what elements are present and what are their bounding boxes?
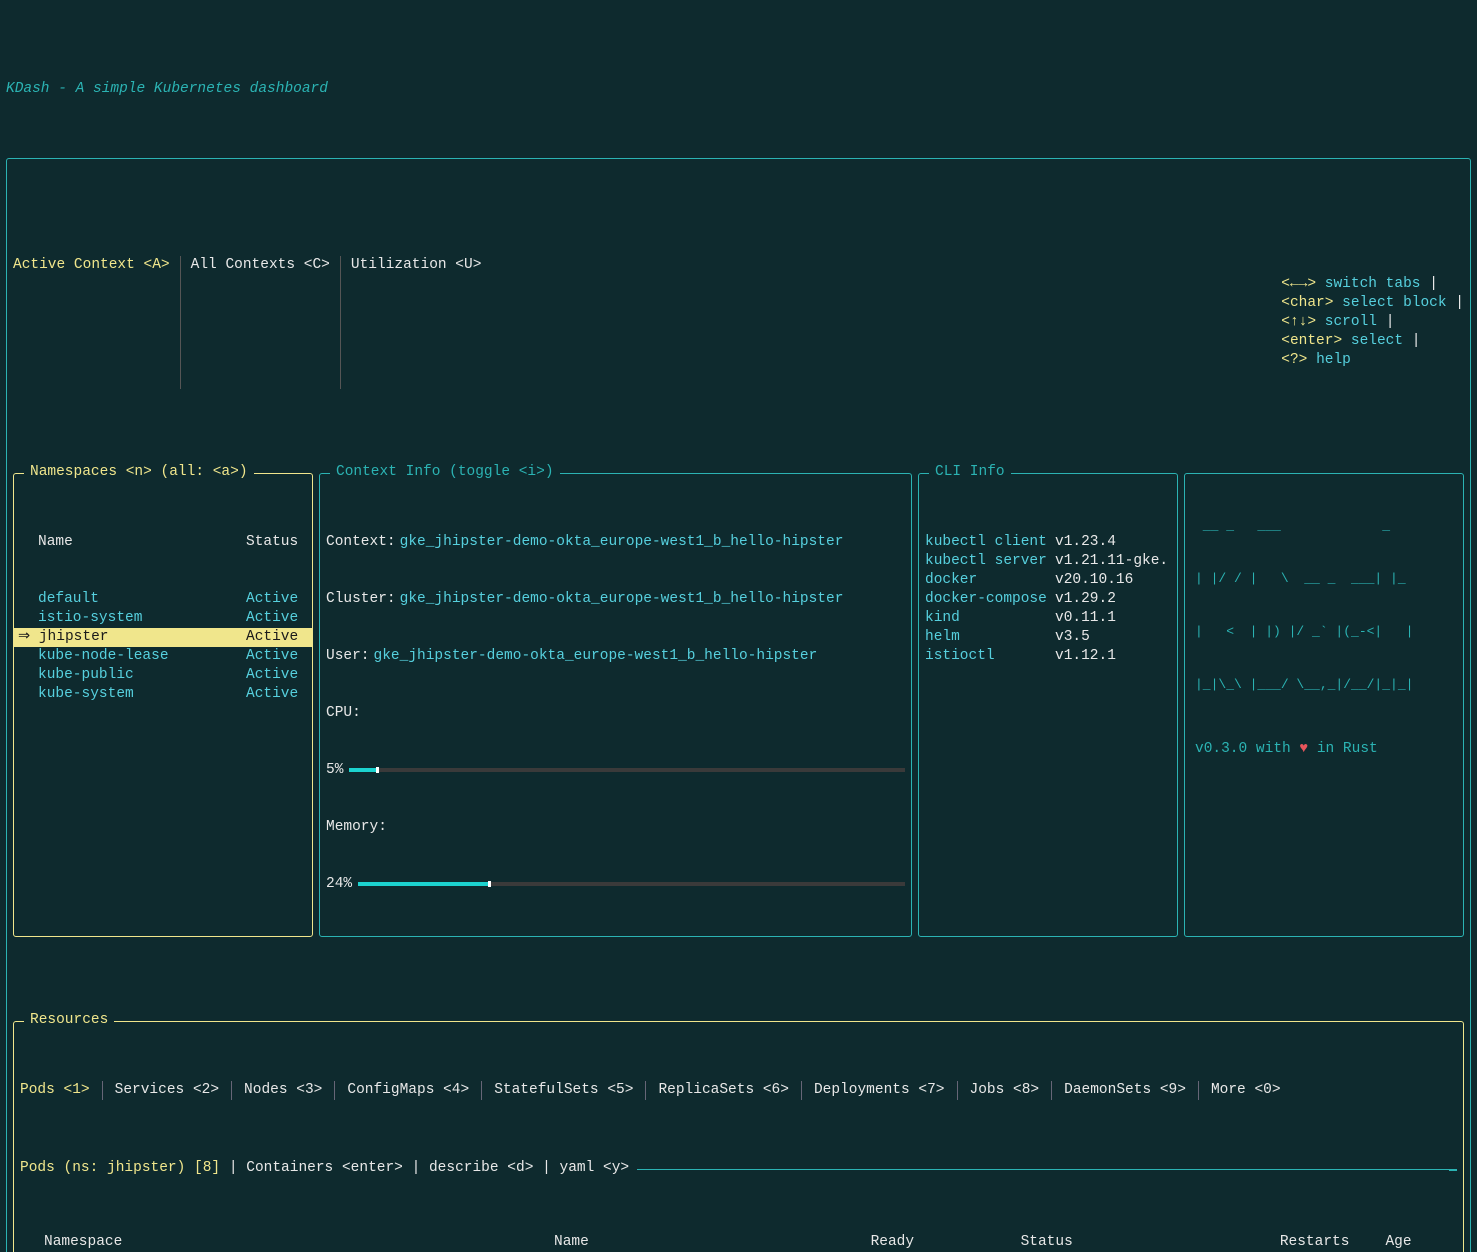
logo-line: | < | |) |/ _` |(_-<| | (1195, 624, 1453, 639)
mem-label: Memory: (326, 818, 387, 837)
tab-utilization[interactable]: Utilization <U> (340, 256, 492, 389)
pods-table: Namespace Name Ready Status Restarts Age… (20, 1233, 1457, 1252)
col-status: Status (246, 533, 306, 552)
cli-row: kubectl serverv1.21.11-gke. (925, 552, 1171, 571)
main-tabs: Active Context <A> All Contexts <C> Util… (13, 256, 491, 389)
resource-tab[interactable]: Pods <1> (20, 1081, 102, 1100)
cluster-label: Cluster: (326, 590, 396, 609)
logo-line: __ _ ___ _ (1195, 518, 1453, 533)
tab-all-contexts[interactable]: All Contexts <C> (180, 256, 340, 389)
help-bar: <←→> switch tabs | <char> select block |… (1229, 256, 1464, 389)
user-value: gke_jhipster-demo-okta_europe-west1_b_he… (374, 647, 818, 666)
resource-tab[interactable]: DaemonSets <9> (1051, 1081, 1198, 1100)
logo-line: | |/ / | \ __ _ ___| |_ (1195, 571, 1453, 586)
namespace-item[interactable]: kube-node-leaseActive (20, 647, 306, 666)
hint-switch: switch tabs (1325, 276, 1421, 292)
namespace-item[interactable]: istio-systemActive (20, 609, 306, 628)
pods-header-row: Namespace Name Ready Status Restarts Age (20, 1233, 1457, 1252)
resource-tab[interactable]: More <0> (1198, 1081, 1293, 1100)
cli-info-panel: CLI Info kubectl clientv1.23.4kubectl se… (918, 473, 1178, 937)
version-line: v0.3.0 with ♥ in Rust (1195, 740, 1453, 759)
resource-tab[interactable]: Jobs <8> (957, 1081, 1052, 1100)
col-namespace: Namespace (38, 1233, 548, 1252)
resource-tab[interactable]: StatefulSets <5> (481, 1081, 645, 1100)
resources-title: Resources (24, 1011, 114, 1030)
pods-section: Pods (ns: jhipster) [8] | Containers <en… (20, 1169, 1457, 1252)
col-name: Name (548, 1233, 865, 1252)
pods-title: Pods (ns: jhipster) [8] | Containers <en… (20, 1159, 637, 1178)
cli-row: istioctlv1.12.1 (925, 647, 1171, 666)
cli-row: kindv0.11.1 (925, 609, 1171, 628)
namespace-item[interactable]: jhipsterActive (14, 628, 312, 647)
key-switch: <←→> (1281, 276, 1316, 292)
cpu-label: CPU: (326, 704, 361, 723)
cli-row: kubectl clientv1.23.4 (925, 533, 1171, 552)
main-frame: Active Context <A> All Contexts <C> Util… (6, 158, 1471, 1252)
app-title: KDash - A simple Kubernetes dashboard (6, 80, 1471, 99)
cli-info-title: CLI Info (929, 463, 1011, 482)
user-label: User: (326, 647, 370, 666)
mem-percent: 24% (326, 875, 352, 894)
cpu-bar (349, 768, 905, 772)
cli-row: helmv3.5 (925, 628, 1171, 647)
col-ready: Ready (865, 1233, 1015, 1252)
cpu-percent: 5% (326, 761, 343, 780)
hint-block: select block (1342, 295, 1446, 311)
namespace-item[interactable]: kube-publicActive (20, 666, 306, 685)
col-status: Status (1015, 1233, 1165, 1252)
context-info-panel: Context Info (toggle <i>) Context:gke_jh… (319, 473, 912, 937)
cli-row: dockerv20.10.16 (925, 571, 1171, 590)
resource-tab[interactable]: ReplicaSets <6> (645, 1081, 801, 1100)
logo-line: |_|\_\ |___/ \__,_|/__/|_|_| (1195, 677, 1453, 692)
resource-tab[interactable]: Nodes <3> (231, 1081, 334, 1100)
context-value: gke_jhipster-demo-okta_europe-west1_b_he… (400, 533, 844, 552)
resource-tab[interactable]: Deployments <7> (801, 1081, 957, 1100)
resource-tabs: Pods <1>Services <2>Nodes <3>ConfigMaps … (20, 1081, 1457, 1100)
context-label: Context: (326, 533, 396, 552)
key-scroll: <↑↓> (1281, 314, 1316, 330)
namespace-item[interactable]: kube-systemActive (20, 685, 306, 704)
heart-icon: ♥ (1299, 741, 1308, 757)
cli-row: docker-composev1.29.2 (925, 590, 1171, 609)
namespaces-title: Namespaces <n> (all: <a>) (24, 463, 254, 482)
resources-panel: Resources Pods <1>Services <2>Nodes <3>C… (13, 1021, 1464, 1252)
tab-active-context[interactable]: Active Context <A> (13, 256, 180, 389)
key-block: <char> (1281, 295, 1333, 311)
mem-bar (358, 882, 905, 886)
key-select: <enter> (1281, 333, 1342, 349)
hint-select: select (1351, 333, 1403, 349)
col-restarts: Restarts (1165, 1233, 1380, 1252)
key-help: <?> (1281, 352, 1307, 368)
resource-tab[interactable]: Services <2> (102, 1081, 231, 1100)
namespaces-panel: Namespaces <n> (all: <a>) Name Status de… (13, 473, 313, 937)
logo-panel: __ _ ___ _ | |/ / | \ __ _ ___| |_ | < |… (1184, 473, 1464, 937)
col-age: Age (1379, 1233, 1457, 1252)
hint-help: help (1316, 352, 1351, 368)
namespaces-header: Name Status (20, 533, 306, 552)
namespace-item[interactable]: defaultActive (20, 590, 306, 609)
cluster-value: gke_jhipster-demo-okta_europe-west1_b_he… (400, 590, 844, 609)
hint-scroll: scroll (1325, 314, 1377, 330)
context-info-title: Context Info (toggle <i>) (330, 463, 560, 482)
col-name: Name (38, 533, 246, 552)
resource-tab[interactable]: ConfigMaps <4> (334, 1081, 481, 1100)
